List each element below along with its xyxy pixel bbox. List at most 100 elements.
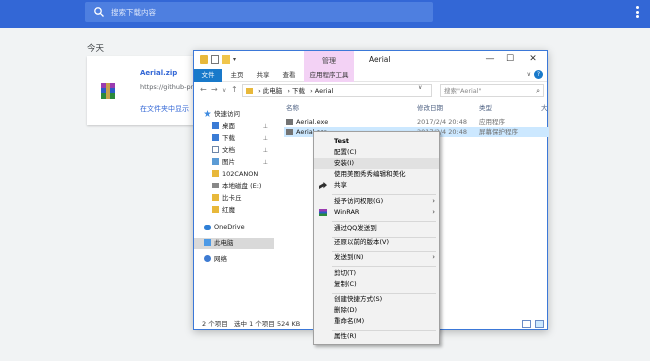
sidebar-item-hongmo[interactable]: 红魔: [194, 205, 274, 216]
menu-separator: [332, 194, 436, 195]
minimize-button[interactable]: —: [484, 54, 496, 64]
network-icon: [204, 255, 211, 262]
title-bar: ▾ 管理 Aerial — ☐ ✕: [194, 51, 547, 69]
sidebar-item-quick-access[interactable]: 快速访问: [194, 109, 274, 120]
menu-item-send-via-qq[interactable]: 通过QQ发送到: [314, 223, 439, 234]
address-separator: ›: [310, 87, 313, 95]
new-folder-icon[interactable]: [222, 55, 230, 64]
picture-icon: [212, 158, 219, 165]
window-title: Aerial: [369, 55, 391, 64]
details-view-button[interactable]: [522, 320, 531, 328]
downloads-search-input[interactable]: 搜索下载内容: [85, 2, 433, 22]
column-headers: 名称 修改日期 类型 大: [286, 102, 549, 112]
navigation-bar: ← → ∨ ↑ › 此电脑 › 下载 › Aerial ∨ 搜索"Aerial"…: [194, 82, 547, 98]
selection-size: 524 KB: [277, 320, 301, 328]
breadcrumb-this-pc[interactable]: 此电脑: [263, 87, 283, 95]
menu-item-copy[interactable]: 复制(C): [314, 279, 439, 290]
tab-home[interactable]: 主页: [226, 69, 248, 82]
show-in-folder-link[interactable]: 在文件夹中显示: [140, 104, 189, 114]
menu-item-share[interactable]: 共享: [314, 180, 439, 191]
customize-toolbar-icon[interactable]: ▾: [233, 56, 236, 63]
large-icons-view-button[interactable]: [535, 320, 544, 328]
file-type: 应用程序: [479, 118, 505, 126]
close-button[interactable]: ✕: [527, 54, 539, 64]
drive-icon: [212, 183, 219, 188]
expand-ribbon-icon[interactable]: ∨: [527, 71, 531, 78]
menu-item-send-to[interactable]: 发送到(N) ›: [314, 252, 439, 263]
folder-icon: [212, 194, 219, 201]
address-separator: ›: [258, 87, 261, 95]
context-menu: Test 配置(C) 安装(I) 使用美图秀秀编辑和美化 共享 授予访问权限(G…: [313, 131, 440, 345]
address-bar[interactable]: › 此电脑 › 下载 › Aerial: [242, 84, 432, 97]
menu-separator: [332, 266, 436, 267]
search-placeholder: 搜索"Aerial": [444, 87, 482, 95]
sidebar-item-desktop[interactable]: 桌面 ⊥: [194, 121, 274, 132]
column-modified[interactable]: 修改日期: [417, 102, 443, 112]
tab-manage[interactable]: 管理: [304, 51, 354, 69]
folder-search-input[interactable]: 搜索"Aerial" ⌕: [440, 84, 544, 97]
sidebar-item-bikaqiu[interactable]: 比卡丘: [194, 193, 274, 204]
menu-item-winrar[interactable]: WinRAR ›: [314, 207, 439, 218]
search-icon: [94, 7, 104, 17]
menu-item-create-shortcut[interactable]: 创建快捷方式(S): [314, 294, 439, 305]
file-name: Aerial.exe: [296, 118, 329, 126]
menu-item-properties[interactable]: 属性(R): [314, 331, 439, 342]
submenu-arrow-icon: ›: [432, 253, 435, 261]
pin-icon: ⊥: [262, 123, 268, 130]
menu-item-install[interactable]: 安装(I): [314, 158, 439, 169]
date-section-label: 今天: [87, 44, 105, 54]
menu-item-restore-previous[interactable]: 还原以前的版本(V): [314, 237, 439, 248]
column-size[interactable]: 大: [541, 102, 548, 112]
sidebar-item-local-disk-e[interactable]: 本地磁盘 (E:): [194, 181, 274, 192]
sidebar-item-onedrive[interactable]: OneDrive: [194, 222, 274, 233]
tab-share[interactable]: 共享: [252, 69, 274, 82]
menu-item-meitu-edit[interactable]: 使用美图秀秀编辑和美化: [314, 169, 439, 180]
download-icon: [212, 134, 219, 141]
star-icon: [204, 110, 211, 117]
menu-item-delete[interactable]: 删除(D): [314, 305, 439, 316]
menu-item-configure[interactable]: 配置(C): [314, 147, 439, 158]
menu-item-test[interactable]: Test: [314, 136, 439, 147]
help-icon[interactable]: ?: [534, 70, 543, 79]
address-dropdown-icon[interactable]: ∨: [418, 84, 422, 91]
tab-application-tools[interactable]: 应用程序工具: [304, 69, 354, 82]
cloud-icon: [204, 225, 211, 230]
search-icon: ⌕: [536, 87, 540, 95]
properties-icon[interactable]: [211, 55, 219, 64]
forward-icon[interactable]: →: [211, 85, 218, 94]
tab-file[interactable]: 文件: [194, 69, 222, 82]
recent-locations-icon[interactable]: ∨: [222, 87, 226, 94]
menu-item-cut[interactable]: 剪切(T): [314, 268, 439, 279]
breadcrumb-downloads[interactable]: 下载: [292, 87, 305, 95]
folder-icon: [212, 170, 219, 177]
up-icon[interactable]: ↑: [231, 85, 238, 94]
computer-icon: [204, 239, 211, 246]
sidebar-item-this-pc[interactable]: 此电脑: [194, 238, 274, 249]
file-row[interactable]: Aerial.exe 2017/2/4 20:48 应用程序: [284, 117, 549, 127]
sidebar-item-102canon[interactable]: 102CANON: [194, 169, 274, 180]
pin-icon: ⊥: [262, 147, 268, 154]
sidebar-item-pictures[interactable]: 图片 ⊥: [194, 157, 274, 168]
download-filename-link[interactable]: Aerial.zip: [140, 69, 177, 77]
desktop-icon: [212, 122, 219, 129]
maximize-button[interactable]: ☐: [504, 54, 516, 64]
menu-item-grant-access[interactable]: 授予访问权限(G) ›: [314, 196, 439, 207]
sidebar-item-network[interactable]: 网络: [194, 254, 274, 265]
folder-icon: [246, 88, 253, 94]
tab-view[interactable]: 查看: [278, 69, 300, 82]
ribbon-tabs: 文件 主页 共享 查看 应用程序工具 ∨ ?: [194, 69, 547, 82]
sidebar-item-documents[interactable]: 文档 ⊥: [194, 145, 274, 156]
share-icon: [319, 182, 327, 189]
more-menu-icon[interactable]: [636, 6, 640, 20]
back-icon[interactable]: ←: [200, 85, 207, 94]
menu-item-rename[interactable]: 重命名(M): [314, 316, 439, 327]
pin-icon: ⊥: [262, 159, 268, 166]
folder-icon: [212, 206, 219, 213]
breadcrumb-aerial[interactable]: Aerial: [315, 87, 334, 95]
column-type[interactable]: 类型: [479, 102, 492, 112]
selection-count: 选中 1 个项目: [234, 320, 275, 328]
column-name[interactable]: 名称: [286, 102, 299, 112]
sidebar-item-downloads[interactable]: 下载 ⊥: [194, 133, 274, 144]
submenu-arrow-icon: ›: [432, 208, 435, 216]
file-type: 屏幕保护程序: [479, 128, 518, 136]
